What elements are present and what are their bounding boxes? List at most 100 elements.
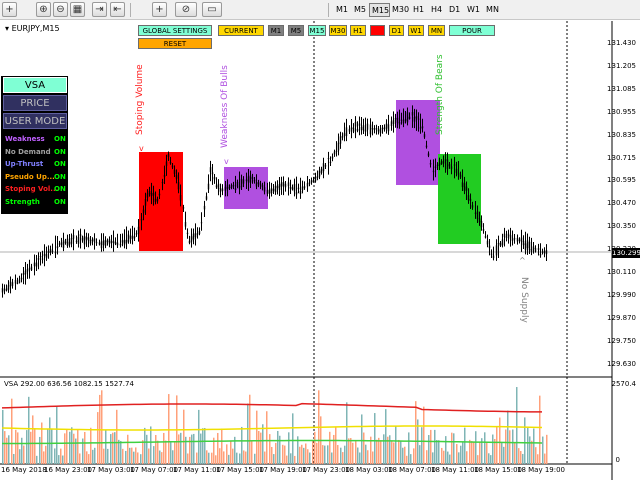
panel-tf-h4[interactable] (370, 25, 385, 36)
volume-bar (469, 439, 471, 464)
volume-bar (286, 455, 288, 464)
timeframe-d1[interactable]: D1 (447, 3, 461, 17)
reset-button[interactable]: RESET (138, 38, 212, 49)
zoom-in-icon[interactable]: ⊕ (36, 2, 51, 17)
signal-state[interactable]: ON (54, 196, 66, 208)
volume-bar (157, 440, 159, 464)
volume-bar (159, 450, 161, 464)
volume-bar (66, 429, 68, 464)
volume-bar (221, 428, 223, 464)
timeframe-mn[interactable]: MN (484, 3, 501, 17)
volume-bar (254, 453, 256, 464)
panel-tf-h1[interactable]: H1 (350, 25, 366, 36)
signal-row[interactable]: Stoping Vol... ON (5, 183, 66, 195)
subwindow-axis-bottom: 0 (615, 456, 620, 464)
volume-bar (426, 450, 428, 464)
volume-bar (269, 434, 271, 464)
panel-tf-d1[interactable]: D1 (389, 25, 404, 36)
panel-tf-m5[interactable]: M5 (288, 25, 304, 36)
volume-bar (26, 430, 28, 464)
volume-bar (428, 435, 430, 464)
volume-bar (133, 451, 135, 464)
properties-icon[interactable]: ▭ (202, 2, 222, 17)
zoom-out-icon[interactable]: ⊖ (53, 2, 68, 17)
volume-bar (501, 442, 503, 464)
volume-bar (363, 432, 365, 464)
templates-icon[interactable]: ⊘ (175, 2, 197, 17)
signal-row[interactable]: Pseudo Up... ON (5, 171, 66, 183)
timeframe-w1[interactable]: W1 (465, 3, 481, 17)
volume-bar (350, 438, 352, 464)
volume-bar (372, 451, 374, 464)
time-tick-label: 17 May 03:00 (87, 466, 136, 474)
vsa-button[interactable]: VSA (3, 77, 67, 93)
signal-state[interactable]: ON (54, 146, 66, 158)
volume-bar (307, 449, 309, 464)
user-mode-button[interactable]: USER MODE (3, 113, 67, 129)
volume-bar (430, 429, 432, 464)
volume-bar (456, 444, 458, 464)
price-action-button[interactable]: PRICE ACTION (3, 95, 67, 124)
volume-bar (120, 440, 122, 464)
signal-row[interactable]: No Demand ON (5, 146, 66, 158)
scroll-chart-icon[interactable]: ⇥ (92, 2, 107, 17)
signal-state[interactable]: ON (54, 183, 66, 195)
chart-shift-icon[interactable]: ⇤ (110, 2, 125, 17)
volume-bar (529, 436, 531, 464)
signal-name: Strength (5, 198, 40, 206)
current-button[interactable]: CURRENT (218, 25, 264, 36)
panel-tf-m15[interactable]: M15 (308, 25, 326, 36)
volume-bar (458, 452, 460, 464)
panel-tf-m30[interactable]: M30 (329, 25, 347, 36)
volume-bar (288, 432, 290, 464)
signal-name: Stoping Vol... (5, 185, 59, 194)
timeframe-h1[interactable]: H1 (411, 3, 425, 17)
volume-bar (17, 432, 19, 464)
volume-bar (340, 447, 342, 464)
chart-area[interactable] (0, 21, 640, 480)
volume-bar (518, 448, 520, 464)
panel-tf-w1[interactable]: W1 (408, 25, 424, 36)
volume-bar (88, 454, 90, 464)
volume-bar (260, 432, 262, 464)
timeframe-m15[interactable]: M15 (369, 3, 390, 17)
volume-bar (13, 453, 15, 464)
volume-bar (206, 450, 208, 464)
timeframe-m5[interactable]: M5 (352, 3, 368, 17)
volume-bar (262, 424, 264, 464)
caret-marker: ^ (519, 256, 526, 265)
pour-button[interactable]: POUR (449, 25, 495, 36)
volume-bar (275, 442, 277, 464)
volume-bar (180, 432, 182, 464)
signal-state[interactable]: ON (54, 158, 66, 170)
price-tick-label: 130.110 (607, 268, 636, 276)
timeframe-m1[interactable]: M1 (334, 3, 350, 17)
volume-bar (277, 430, 279, 464)
timeframe-m30[interactable]: M30 (390, 3, 411, 17)
volume-bar (97, 412, 99, 464)
volume-bar (142, 440, 144, 464)
indicators-icon[interactable]: + (152, 2, 167, 17)
signal-row[interactable]: Weakness ON (5, 133, 66, 145)
volume-bar (453, 433, 455, 464)
panel-tf-mn[interactable]: MN (428, 25, 445, 36)
tile-windows-icon[interactable]: ▦ (70, 2, 85, 17)
volume-bar (273, 454, 275, 464)
volume-bar (43, 451, 45, 464)
volume-bar (118, 439, 120, 464)
signal-row[interactable]: Up-Thrust ON (5, 158, 66, 170)
volume-bar (73, 433, 75, 464)
volume-bar (200, 433, 202, 464)
price-tick-label: 131.205 (607, 61, 636, 70)
volume-bar (243, 450, 245, 464)
global-settings-button[interactable]: GLOBAL SETTINGS (138, 25, 212, 36)
volume-bar (187, 453, 189, 464)
signal-state[interactable]: ON (54, 133, 66, 145)
signal-state[interactable]: ON (54, 171, 66, 183)
volume-bar (64, 433, 66, 464)
timeframe-h4[interactable]: H4 (429, 3, 443, 17)
crosshair-icon[interactable]: + (2, 2, 17, 17)
signal-row[interactable]: Strength ON (5, 196, 66, 208)
subwindow-axis-top: 2570.4 (611, 380, 637, 388)
panel-tf-m1[interactable]: M1 (268, 25, 284, 36)
